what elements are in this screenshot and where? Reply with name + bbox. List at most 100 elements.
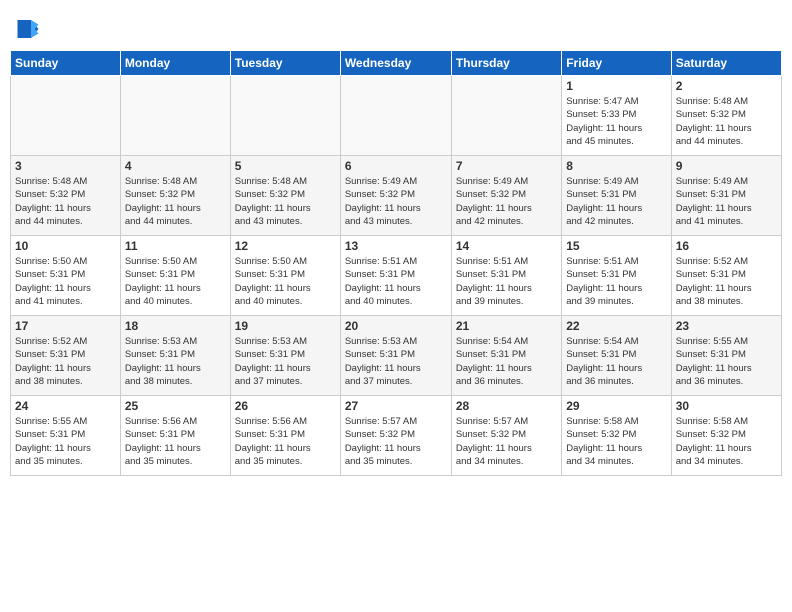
day-info: Sunrise: 5:50 AMSunset: 5:31 PMDaylight:… [15, 255, 116, 308]
day-number: 23 [676, 319, 777, 333]
header-monday: Monday [120, 51, 230, 76]
empty-cell [120, 76, 230, 156]
day-cell-6: 6Sunrise: 5:49 AMSunset: 5:32 PMDaylight… [340, 156, 451, 236]
day-info: Sunrise: 5:47 AMSunset: 5:33 PMDaylight:… [566, 95, 666, 148]
header-tuesday: Tuesday [230, 51, 340, 76]
day-info: Sunrise: 5:49 AMSunset: 5:31 PMDaylight:… [566, 175, 666, 228]
day-info: Sunrise: 5:51 AMSunset: 5:31 PMDaylight:… [456, 255, 557, 308]
day-cell-21: 21 Sunrise: 5:54 AMSunset: 5:31 PMDayligh… [451, 316, 561, 396]
day-cell-18: 18 Sunrise: 5:53 AMSunset: 5:31 PMDayligh… [120, 316, 230, 396]
logo [10, 14, 42, 44]
week-row-3: 10 Sunrise: 5:50 AMSunset: 5:31 PMDayligh… [11, 236, 782, 316]
day-info: Sunrise: 5:51 AMSunset: 5:31 PMDaylight:… [345, 255, 447, 308]
day-info: Sunrise: 5:52 AMSunset: 5:31 PMDaylight:… [676, 255, 777, 308]
day-info: Sunrise: 5:48 AMSunset: 5:32 PMDaylight:… [676, 95, 777, 148]
header-wednesday: Wednesday [340, 51, 451, 76]
day-cell-1: 1 Sunrise: 5:47 AMSunset: 5:33 PMDaylight… [562, 76, 671, 156]
day-info: Sunrise: 5:54 AMSunset: 5:31 PMDaylight:… [456, 335, 557, 388]
day-number: 9 [676, 159, 777, 173]
day-cell-20: 20 Sunrise: 5:53 AMSunset: 5:31 PMDayligh… [340, 316, 451, 396]
day-number: 11 [125, 239, 226, 253]
day-number: 27 [345, 399, 447, 413]
day-info: Sunrise: 5:49 AMSunset: 5:31 PMDaylight:… [676, 175, 777, 228]
day-cell-2: 2 Sunrise: 5:48 AMSunset: 5:32 PMDaylight… [671, 76, 781, 156]
empty-cell [340, 76, 451, 156]
day-cell-24: 24Sunrise: 5:55 AMSunset: 5:31 PMDayligh… [11, 396, 121, 476]
day-info: Sunrise: 5:53 AMSunset: 5:31 PMDaylight:… [235, 335, 336, 388]
day-cell-17: 17 Sunrise: 5:52 AMSunset: 5:31 PMDayligh… [11, 316, 121, 396]
logo-icon [10, 14, 40, 44]
day-cell-23: 23 Sunrise: 5:55 AMSunset: 5:31 PMDayligh… [671, 316, 781, 396]
day-info: Sunrise: 5:56 AMSunset: 5:31 PMDaylight:… [125, 415, 226, 468]
day-info: Sunrise: 5:52 AMSunset: 5:31 PMDaylight:… [15, 335, 116, 388]
day-number: 8 [566, 159, 666, 173]
page-header [10, 10, 782, 44]
day-number: 20 [345, 319, 447, 333]
day-info: Sunrise: 5:53 AMSunset: 5:31 PMDaylight:… [125, 335, 226, 388]
day-cell-9: 9 Sunrise: 5:49 AMSunset: 5:31 PMDaylight… [671, 156, 781, 236]
header-sunday: Sunday [11, 51, 121, 76]
day-number: 3 [15, 159, 116, 173]
day-cell-28: 28 Sunrise: 5:57 AMSunset: 5:32 PMDayligh… [451, 396, 561, 476]
day-cell-22: 22 Sunrise: 5:54 AMSunset: 5:31 PMDayligh… [562, 316, 671, 396]
empty-cell [11, 76, 121, 156]
day-cell-13: 13 Sunrise: 5:51 AMSunset: 5:31 PMDayligh… [340, 236, 451, 316]
day-info: Sunrise: 5:53 AMSunset: 5:31 PMDaylight:… [345, 335, 447, 388]
day-info: Sunrise: 5:56 AMSunset: 5:31 PMDaylight:… [235, 415, 336, 468]
day-number: 16 [676, 239, 777, 253]
day-cell-10: 10 Sunrise: 5:50 AMSunset: 5:31 PMDayligh… [11, 236, 121, 316]
calendar-table: SundayMondayTuesdayWednesdayThursdayFrid… [10, 50, 782, 476]
day-info: Sunrise: 5:54 AMSunset: 5:31 PMDaylight:… [566, 335, 666, 388]
day-number: 13 [345, 239, 447, 253]
day-number: 1 [566, 79, 666, 93]
empty-cell [451, 76, 561, 156]
day-info: Sunrise: 5:48 AMSunset: 5:32 PMDaylight:… [125, 175, 226, 228]
day-info: Sunrise: 5:55 AMSunset: 5:31 PMDaylight:… [676, 335, 777, 388]
day-number: 15 [566, 239, 666, 253]
day-number: 19 [235, 319, 336, 333]
day-info: Sunrise: 5:55 AMSunset: 5:31 PMDaylight:… [15, 415, 116, 468]
day-info: Sunrise: 5:57 AMSunset: 5:32 PMDaylight:… [345, 415, 447, 468]
day-number: 21 [456, 319, 557, 333]
day-info: Sunrise: 5:49 AMSunset: 5:32 PMDaylight:… [345, 175, 447, 228]
week-row-1: 1 Sunrise: 5:47 AMSunset: 5:33 PMDaylight… [11, 76, 782, 156]
day-cell-16: 16 Sunrise: 5:52 AMSunset: 5:31 PMDayligh… [671, 236, 781, 316]
week-row-5: 24Sunrise: 5:55 AMSunset: 5:31 PMDayligh… [11, 396, 782, 476]
header-friday: Friday [562, 51, 671, 76]
week-row-2: 3 Sunrise: 5:48 AMSunset: 5:32 PMDaylight… [11, 156, 782, 236]
day-number: 18 [125, 319, 226, 333]
day-cell-7: 7Sunrise: 5:49 AMSunset: 5:32 PMDaylight… [451, 156, 561, 236]
day-info: Sunrise: 5:50 AMSunset: 5:31 PMDaylight:… [235, 255, 336, 308]
day-cell-14: 14 Sunrise: 5:51 AMSunset: 5:31 PMDayligh… [451, 236, 561, 316]
day-number: 14 [456, 239, 557, 253]
day-info: Sunrise: 5:58 AMSunset: 5:32 PMDaylight:… [566, 415, 666, 468]
day-info: Sunrise: 5:57 AMSunset: 5:32 PMDaylight:… [456, 415, 557, 468]
day-cell-27: 27 Sunrise: 5:57 AMSunset: 5:32 PMDayligh… [340, 396, 451, 476]
day-number: 17 [15, 319, 116, 333]
day-info: Sunrise: 5:58 AMSunset: 5:32 PMDaylight:… [676, 415, 777, 468]
day-cell-25: 25 Sunrise: 5:56 AMSunset: 5:31 PMDayligh… [120, 396, 230, 476]
day-cell-12: 12 Sunrise: 5:50 AMSunset: 5:31 PMDayligh… [230, 236, 340, 316]
day-cell-15: 15 Sunrise: 5:51 AMSunset: 5:31 PMDayligh… [562, 236, 671, 316]
day-number: 26 [235, 399, 336, 413]
day-number: 25 [125, 399, 226, 413]
header-saturday: Saturday [671, 51, 781, 76]
day-number: 2 [676, 79, 777, 93]
day-number: 28 [456, 399, 557, 413]
day-cell-26: 26 Sunrise: 5:56 AMSunset: 5:31 PMDayligh… [230, 396, 340, 476]
day-cell-11: 11Sunrise: 5:50 AMSunset: 5:31 PMDayligh… [120, 236, 230, 316]
day-cell-4: 4 Sunrise: 5:48 AMSunset: 5:32 PMDaylight… [120, 156, 230, 236]
day-number: 4 [125, 159, 226, 173]
day-info: Sunrise: 5:48 AMSunset: 5:32 PMDaylight:… [235, 175, 336, 228]
day-cell-3: 3 Sunrise: 5:48 AMSunset: 5:32 PMDaylight… [11, 156, 121, 236]
day-number: 10 [15, 239, 116, 253]
empty-cell [230, 76, 340, 156]
day-info: Sunrise: 5:51 AMSunset: 5:31 PMDaylight:… [566, 255, 666, 308]
day-cell-8: 8 Sunrise: 5:49 AMSunset: 5:31 PMDaylight… [562, 156, 671, 236]
week-row-4: 17 Sunrise: 5:52 AMSunset: 5:31 PMDayligh… [11, 316, 782, 396]
day-info: Sunrise: 5:48 AMSunset: 5:32 PMDaylight:… [15, 175, 116, 228]
day-number: 12 [235, 239, 336, 253]
day-info: Sunrise: 5:49 AMSunset: 5:32 PMDaylight:… [456, 175, 557, 228]
day-number: 22 [566, 319, 666, 333]
header-thursday: Thursday [451, 51, 561, 76]
